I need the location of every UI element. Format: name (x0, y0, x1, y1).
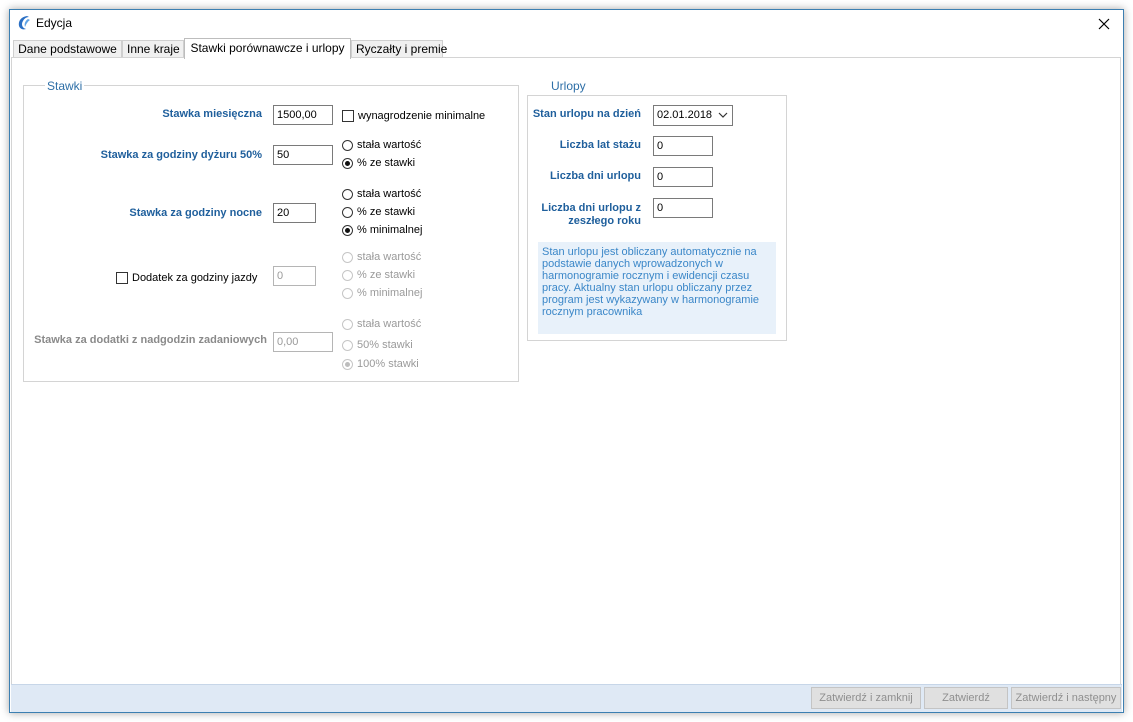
radio-label: % ze stawki (357, 157, 416, 169)
radio-circle (342, 224, 353, 236)
checkbox-box (342, 110, 354, 122)
radio-label: stała wartość (357, 318, 422, 330)
dni-zeszly-rok-label-line2: zeszłego roku (568, 215, 641, 227)
lat-stazu-label: Liczba lat stażu (559, 139, 641, 151)
close-button[interactable] (1091, 13, 1117, 35)
nocne-procent-ze-stawki-radio[interactable]: % ze stawki (342, 204, 415, 220)
radio-label: % minimalnej (357, 224, 423, 236)
nocne-procent-minimalnej-radio[interactable]: % minimalnej (342, 222, 422, 238)
close-icon (1098, 18, 1110, 30)
window-title: Edycja (36, 16, 73, 30)
dodatek-jazdy-input[interactable] (273, 266, 316, 286)
tab-content: Stawki Stawka miesięczna wynagrodzenie m… (11, 57, 1121, 685)
radio-circle (342, 157, 353, 169)
dni-zeszly-rok-input[interactable] (653, 198, 713, 218)
radio-circle (342, 358, 353, 370)
stawka-miesieczna-label: Stawka miesięczna (162, 108, 262, 120)
lat-stazu-input[interactable] (653, 136, 713, 156)
radio-circle (342, 206, 353, 218)
tab-inne-kraje[interactable]: Inne kraje (122, 40, 184, 57)
stawka-dyzur-input[interactable] (273, 145, 333, 165)
nadgodziny-input[interactable] (273, 332, 333, 352)
nadgodziny-50-procent-radio[interactable]: 50% stawki (342, 337, 413, 353)
tab-stawki-porownawcze[interactable]: Stawki porównawcze i urlopy (184, 38, 351, 59)
dni-zeszly-rok-label-line1: Liczba dni urlopu z (541, 202, 641, 214)
radio-circle (342, 251, 353, 263)
radio-label: stała wartość (357, 139, 422, 151)
radio-label: 50% stawki (357, 339, 413, 351)
radio-circle (342, 139, 353, 151)
dni-urlopu-label: Liczba dni urlopu (549, 170, 641, 182)
jazdy-procent-minimalnej-radio[interactable]: % minimalnej (342, 285, 422, 301)
wynagrodzenie-minimalne-checkbox[interactable]: wynagrodzenie minimalne (342, 108, 485, 124)
radio-circle (342, 318, 353, 330)
stan-urlopu-date-dropdown[interactable]: 02.01.2018 (653, 105, 733, 126)
jazdy-stala-wartosc-radio[interactable]: stała wartość (342, 249, 421, 265)
wynagrodzenie-minimalne-label: wynagrodzenie minimalne (358, 110, 486, 122)
radio-label: % ze stawki (357, 269, 416, 281)
radio-circle (342, 269, 353, 281)
dodatek-jazdy-checkbox[interactable]: Dodatek za godziny jazdy (116, 270, 257, 286)
stawka-dyzur-label: Stawka za godziny dyżuru 50% (100, 149, 262, 161)
radio-circle (342, 188, 353, 200)
dodatek-jazdy-label: Dodatek za godziny jazdy (132, 272, 258, 284)
title-bar: Edycja (10, 10, 1123, 38)
stan-urlopu-date-value: 02.01.2018 (657, 109, 713, 121)
radio-label: 100% stawki (357, 358, 419, 370)
dni-urlopu-input[interactable] (653, 167, 713, 187)
radio-circle (342, 287, 353, 299)
confirm-next-button[interactable]: Zatwierdź i następny (1011, 687, 1121, 709)
radio-label: stała wartość (357, 188, 422, 200)
tab-ryczalty-premie[interactable]: Ryczałty i premie (351, 40, 447, 57)
checkbox-box (116, 272, 128, 284)
stawki-group-title: Stawki (45, 79, 85, 93)
edit-window: Edycja Dane podstawowe Inne kraje Stawki… (9, 9, 1124, 713)
nadgodziny-label: Stawka za dodatki z nadgodzin zadaniowyc… (34, 334, 267, 346)
radio-label: % minimalnej (357, 287, 423, 299)
stawka-nocne-input[interactable] (273, 203, 316, 223)
app-logo-icon (18, 16, 30, 30)
urlopy-info-box: Stan urlopu jest obliczany automatycznie… (538, 242, 776, 334)
dyzur-stala-wartosc-radio[interactable]: stała wartość (342, 137, 421, 153)
jazdy-procent-ze-stawki-radio[interactable]: % ze stawki (342, 267, 415, 283)
chevron-down-icon (718, 112, 728, 118)
urlopy-group-title: Urlopy (549, 79, 588, 93)
confirm-button[interactable]: Zatwierdź (924, 687, 1008, 709)
tab-dane-podstawowe[interactable]: Dane podstawowe (13, 40, 122, 57)
nocne-stala-wartosc-radio[interactable]: stała wartość (342, 186, 421, 202)
footer-bar: Zatwierdź i zamknij Zatwierdź Zatwierdź … (11, 684, 1122, 712)
dyzur-procent-ze-stawki-radio[interactable]: % ze stawki (342, 155, 415, 171)
radio-circle (342, 339, 353, 351)
radio-label: stała wartość (357, 251, 422, 263)
confirm-close-button[interactable]: Zatwierdź i zamknij (811, 687, 921, 709)
nadgodziny-100-procent-radio[interactable]: 100% stawki (342, 356, 419, 372)
stawka-miesieczna-input[interactable] (273, 105, 333, 125)
radio-label: % ze stawki (357, 206, 416, 218)
nadgodziny-stala-wartosc-radio[interactable]: stała wartość (342, 316, 421, 332)
stawka-nocne-label: Stawka za godziny nocne (129, 207, 262, 219)
stan-urlopu-label: Stan urlopu na dzień (532, 108, 641, 120)
